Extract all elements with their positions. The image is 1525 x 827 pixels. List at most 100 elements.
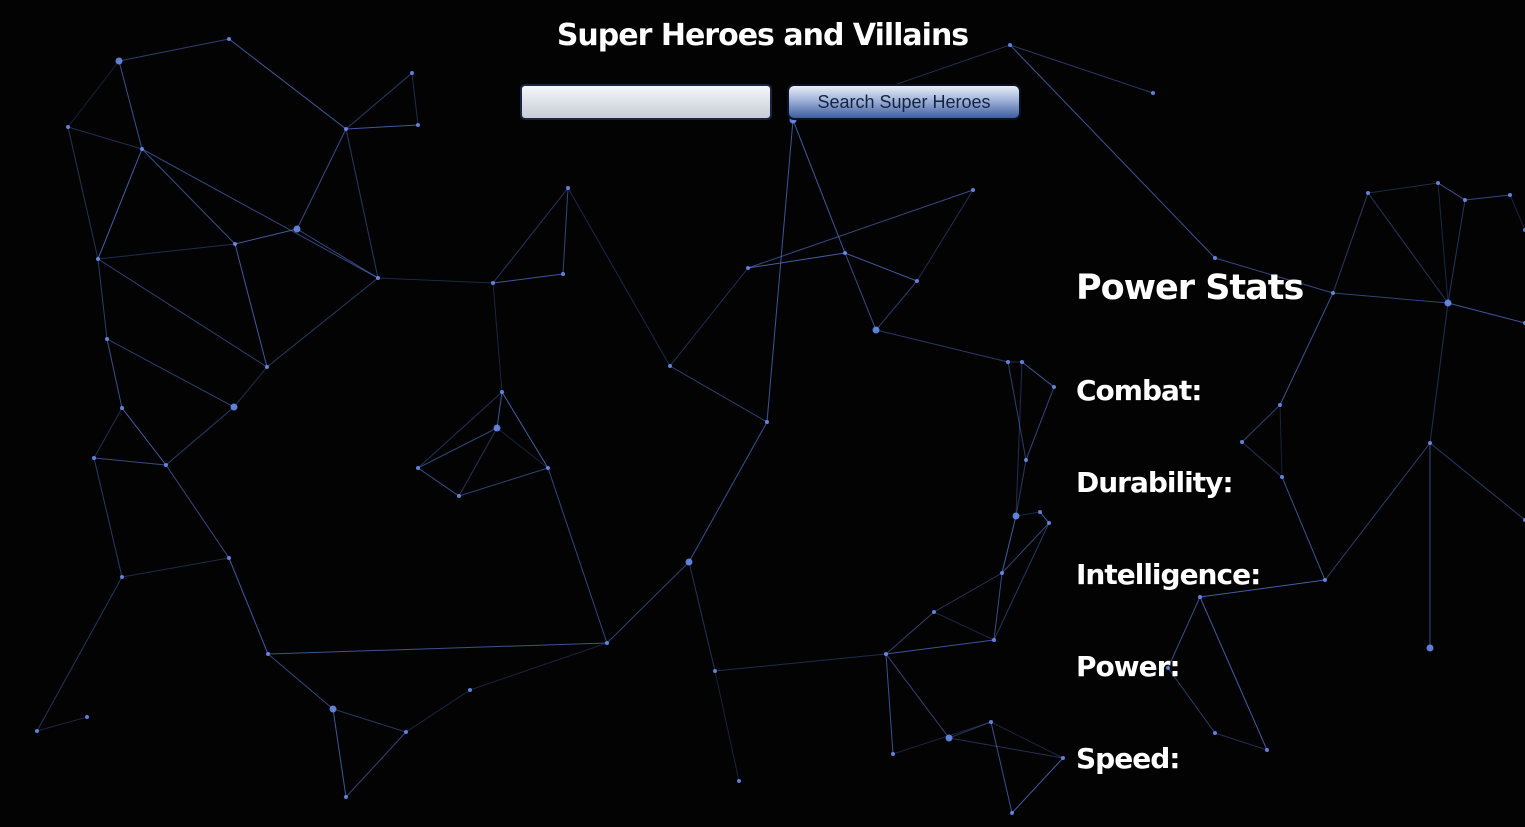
network-node bbox=[685, 558, 693, 566]
search-input[interactable] bbox=[520, 84, 772, 120]
network-node bbox=[416, 123, 420, 127]
network-edge bbox=[411, 72, 419, 126]
network-edge bbox=[1241, 441, 1283, 478]
power-stats-heading: Power Stats bbox=[1076, 268, 1304, 308]
network-edge bbox=[1009, 44, 1216, 259]
network-edge bbox=[606, 561, 690, 644]
page-title: Super Heroes and Villains bbox=[556, 18, 969, 53]
network-edge bbox=[141, 148, 236, 245]
network-edge bbox=[501, 391, 549, 469]
network-node bbox=[971, 188, 975, 192]
network-edge bbox=[1011, 757, 1064, 814]
network-edge bbox=[1367, 182, 1439, 194]
network-node bbox=[468, 688, 472, 692]
network-edge bbox=[562, 187, 569, 275]
network-edge bbox=[67, 126, 143, 150]
network-edge bbox=[377, 277, 494, 284]
network-node bbox=[1278, 403, 1282, 407]
network-node bbox=[1010, 811, 1014, 815]
network-edge bbox=[1509, 194, 1525, 231]
network-edge bbox=[1001, 515, 1017, 574]
network-edge bbox=[97, 258, 108, 340]
network-edge bbox=[547, 467, 608, 644]
network-node bbox=[1436, 181, 1440, 185]
network-edge bbox=[106, 338, 235, 408]
stat-durability: Durability: bbox=[1076, 466, 1243, 499]
network-node bbox=[233, 242, 237, 246]
network-edge bbox=[885, 611, 935, 655]
network-edge bbox=[93, 457, 123, 578]
network-edge bbox=[688, 421, 768, 563]
network-edge bbox=[792, 119, 846, 254]
network-edge bbox=[933, 611, 995, 641]
network-node bbox=[945, 734, 953, 742]
network-node bbox=[737, 779, 741, 783]
network-edge bbox=[496, 427, 549, 469]
network-edge bbox=[1007, 361, 1027, 461]
stat-speed: Speed: bbox=[1076, 742, 1189, 775]
network-node bbox=[265, 365, 269, 369]
network-edge bbox=[1332, 292, 1449, 304]
network-node bbox=[1061, 756, 1065, 760]
network-edge bbox=[1429, 302, 1449, 444]
network-edge bbox=[885, 653, 894, 755]
network-edge bbox=[417, 427, 498, 469]
network-edge bbox=[228, 557, 269, 655]
network-edge bbox=[93, 407, 123, 459]
stat-combat: Combat: bbox=[1076, 374, 1211, 407]
network-edge bbox=[1015, 361, 1023, 517]
network-edge bbox=[1039, 511, 1050, 524]
network-node bbox=[344, 795, 348, 799]
network-node bbox=[1198, 595, 1202, 599]
network-edge bbox=[233, 366, 268, 408]
network-node bbox=[266, 652, 270, 656]
particle-network-background bbox=[35, 37, 1525, 815]
network-edge bbox=[1324, 442, 1431, 581]
network-edge bbox=[1437, 182, 1466, 201]
network-node bbox=[344, 127, 348, 131]
network-node bbox=[227, 556, 231, 560]
network-edge bbox=[1021, 361, 1055, 388]
network-edge bbox=[118, 60, 143, 150]
network-node bbox=[891, 752, 895, 756]
network-node bbox=[992, 638, 996, 642]
network-node bbox=[1323, 578, 1327, 582]
network-node bbox=[1428, 441, 1432, 445]
network-edge bbox=[990, 721, 1013, 814]
network-edge bbox=[67, 126, 99, 260]
network-node bbox=[404, 730, 408, 734]
network-edge bbox=[1464, 194, 1511, 201]
network-node bbox=[746, 266, 750, 270]
network-edge bbox=[97, 243, 236, 260]
network-node bbox=[120, 406, 124, 410]
network-edge bbox=[990, 721, 1064, 759]
network-node bbox=[561, 272, 565, 276]
stat-intelligence: Intelligence: bbox=[1076, 558, 1270, 591]
network-edge bbox=[1447, 302, 1525, 324]
network-edge bbox=[97, 258, 268, 368]
network-node bbox=[230, 403, 238, 411]
network-node bbox=[120, 575, 124, 579]
network-edge bbox=[234, 243, 268, 368]
network-edge bbox=[165, 406, 235, 466]
network-node bbox=[329, 705, 337, 713]
stat-power: Power: bbox=[1076, 650, 1190, 683]
network-node bbox=[872, 326, 880, 334]
network-node bbox=[1012, 512, 1020, 520]
network-node bbox=[546, 466, 550, 470]
network-edge bbox=[492, 187, 569, 284]
stat-label: Durability: bbox=[1076, 466, 1234, 499]
network-node bbox=[1038, 510, 1042, 514]
network-edge bbox=[892, 721, 992, 755]
network-node bbox=[1000, 571, 1004, 575]
network-node bbox=[1508, 193, 1512, 197]
search-button[interactable]: Search Super Heroes bbox=[787, 84, 1021, 120]
network-edge bbox=[296, 128, 347, 230]
network-edge bbox=[993, 522, 1050, 641]
network-edge bbox=[875, 280, 918, 331]
network-node bbox=[85, 715, 89, 719]
network-edge bbox=[1241, 404, 1281, 443]
network-edge bbox=[97, 148, 143, 260]
network-edge bbox=[1429, 442, 1525, 521]
network-edge bbox=[714, 670, 740, 782]
